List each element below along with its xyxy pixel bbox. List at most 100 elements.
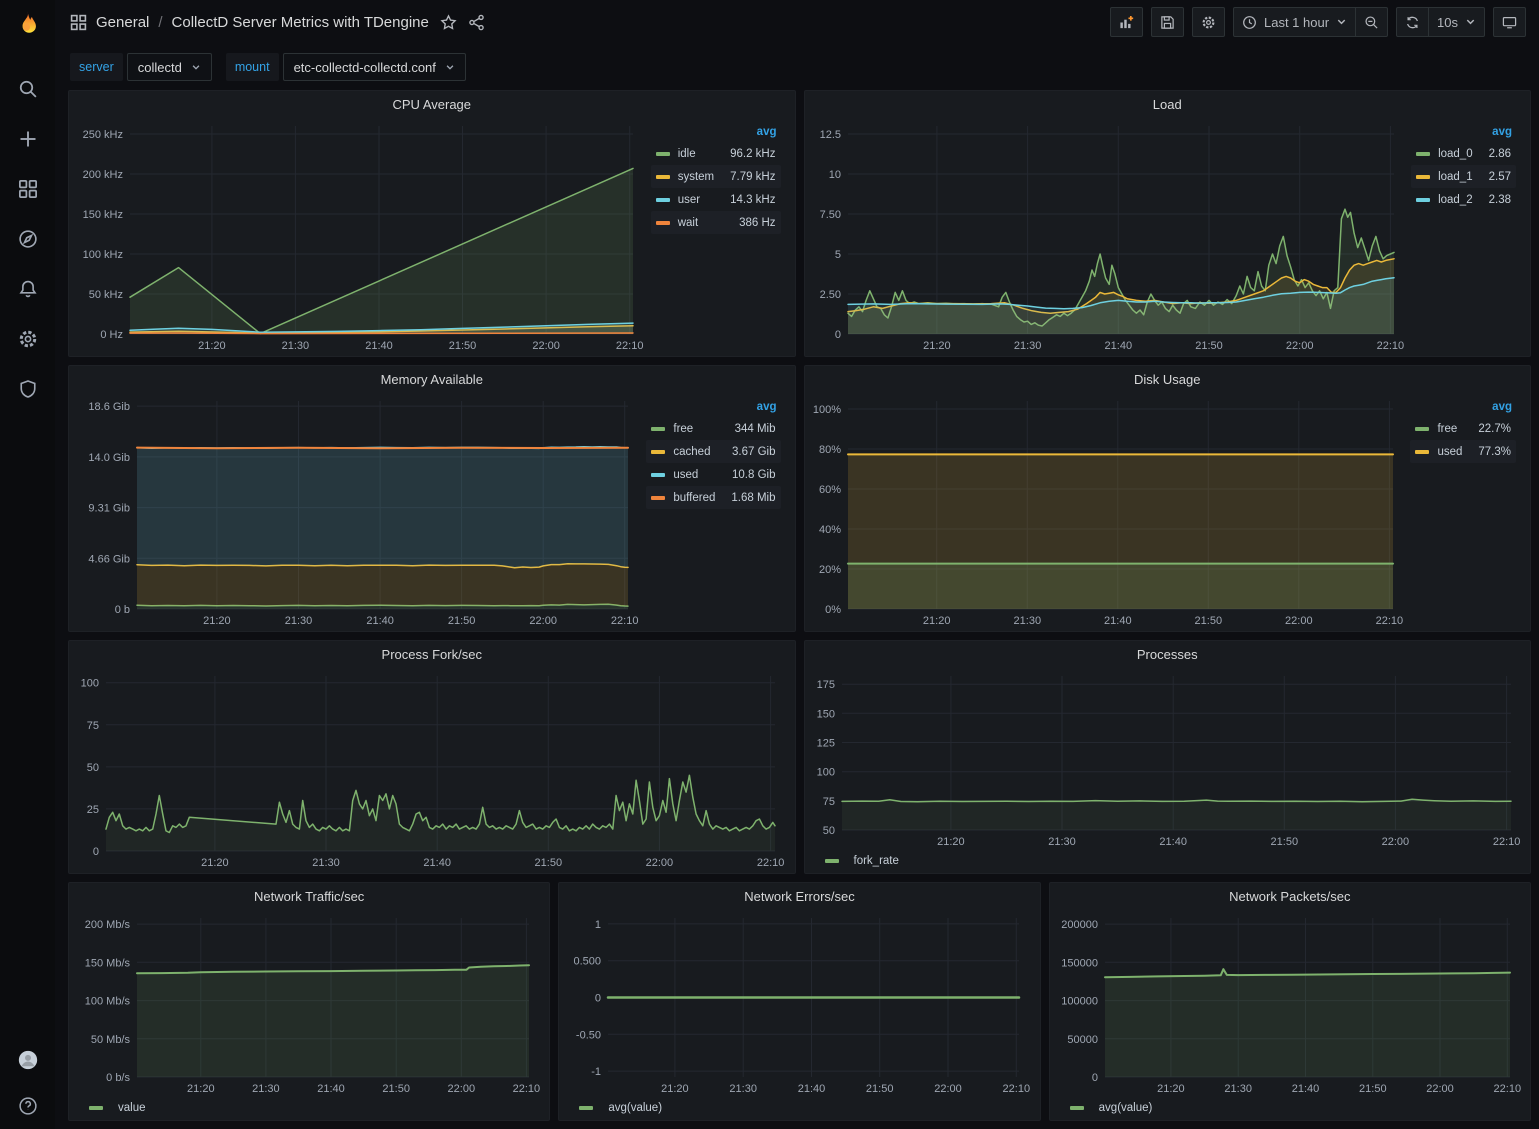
save-dashboard-button[interactable] (1151, 7, 1184, 37)
panel-title[interactable]: CPU Average (69, 91, 795, 118)
panel-network-packets: Network Packets/sec 05000010000015000020… (1049, 882, 1531, 1121)
legend-item[interactable]: fork_rate (825, 855, 899, 867)
grafana-logo-icon[interactable] (12, 9, 43, 40)
legend-series-color (651, 473, 665, 477)
svg-text:22:00: 22:00 (1426, 1083, 1454, 1095)
svg-text:21:30: 21:30 (285, 615, 313, 627)
legend-series-value: 3.67 Gib (732, 446, 775, 458)
svg-text:-0.50: -0.50 (576, 1029, 601, 1041)
legend-item[interactable]: system7.79 kHz (651, 165, 781, 188)
load-chart[interactable]: 02.5057.501012.521:2021:3021:4021:5022:0… (809, 118, 1408, 354)
legend-series-color (1070, 1106, 1084, 1110)
svg-text:22:00: 22:00 (532, 340, 560, 352)
create-plus-icon[interactable] (17, 128, 39, 150)
legend-item[interactable]: free22.7% (1410, 417, 1516, 440)
cpu-average-chart[interactable]: 0 Hz50 kHz100 kHz150 kHz200 kHz250 kHz21… (73, 118, 647, 354)
svg-text:22:00: 22:00 (1285, 615, 1313, 627)
panel-title[interactable]: Load (805, 91, 1531, 118)
svg-text:22:10: 22:10 (1493, 1083, 1521, 1095)
variable-mount-picker[interactable]: etc-collectd-collectd.conf (283, 53, 466, 81)
panel-title[interactable]: Memory Available (69, 366, 795, 393)
panel-network-errors: Network Errors/sec -1-0.5000.500121:2021… (558, 882, 1040, 1121)
legend-series-color (1415, 427, 1429, 431)
network-errors-legend: avg(value) (563, 1097, 1033, 1118)
dashboards-icon[interactable] (17, 178, 39, 200)
network-traffic-chart[interactable]: 0 b/s50 Mb/s100 Mb/s150 Mb/s200 Mb/s21:2… (73, 910, 543, 1097)
legend-series-color (651, 496, 665, 500)
svg-text:22:10: 22:10 (513, 1083, 541, 1095)
dashboard-title[interactable]: CollectD Server Metrics with TDengine (172, 14, 429, 31)
legend-item[interactable]: user14.3 kHz (651, 188, 781, 211)
panel-title[interactable]: Process Fork/sec (69, 641, 795, 668)
refresh-interval-picker[interactable]: 10s (1428, 7, 1485, 37)
configuration-gear-icon[interactable] (17, 328, 39, 350)
legend-item[interactable]: cached3.67 Gib (646, 440, 780, 463)
user-avatar[interactable] (17, 1049, 39, 1071)
legend-item[interactable]: load_22.38 (1411, 188, 1516, 211)
legend-item[interactable]: idle96.2 kHz (651, 142, 781, 165)
panel-title[interactable]: Disk Usage (805, 366, 1531, 393)
legend-item[interactable]: load_12.57 (1411, 165, 1516, 188)
legend-item[interactable]: avg(value) (579, 1102, 662, 1114)
svg-text:22:10: 22:10 (1003, 1083, 1031, 1095)
network-packets-chart[interactable]: 05000010000015000020000021:2021:3021:402… (1054, 910, 1524, 1097)
legend-item[interactable]: buffered1.68 Mib (646, 486, 780, 509)
legend-avg-header[interactable]: avg (1411, 122, 1516, 142)
legend-item[interactable]: value (89, 1102, 146, 1114)
help-icon[interactable] (17, 1095, 39, 1117)
processes-chart[interactable]: 507510012515017521:2021:3021:4021:5022:0… (809, 668, 1525, 850)
variable-server-picker[interactable]: collectd (127, 53, 212, 81)
legend-series-label: avg(value) (1099, 1102, 1153, 1114)
svg-text:100 kHz: 100 kHz (83, 249, 123, 261)
add-panel-button[interactable] (1110, 7, 1143, 37)
legend-item[interactable]: used77.3% (1410, 440, 1516, 463)
svg-text:75: 75 (87, 720, 99, 732)
panel-process-fork: Process Fork/sec 025507510021:2021:3021:… (68, 640, 796, 874)
svg-text:22:10: 22:10 (611, 615, 639, 627)
explore-compass-icon[interactable] (17, 228, 39, 250)
refresh-button[interactable] (1396, 7, 1429, 37)
panel-title[interactable]: Processes (805, 641, 1531, 668)
legend-item[interactable]: avg(value) (1070, 1102, 1153, 1114)
svg-text:0 Hz: 0 Hz (100, 329, 123, 341)
server-admin-shield-icon[interactable] (17, 378, 39, 400)
search-icon[interactable] (17, 78, 39, 100)
legend-item[interactable]: used10.8 Gib (646, 463, 780, 486)
svg-text:21:30: 21:30 (1013, 340, 1041, 352)
panel-disk-usage: Disk Usage 0%20%40%60%80%100%21:2021:302… (804, 365, 1532, 632)
legend-avg-header[interactable]: avg (1410, 397, 1516, 417)
variable-server-value: collectd (138, 60, 182, 75)
process-fork-chart[interactable]: 025507510021:2021:3021:4021:5022:0022:10 (73, 668, 789, 871)
legend-series-label: user (678, 194, 700, 206)
svg-text:22:10: 22:10 (1375, 615, 1403, 627)
svg-text:50000: 50000 (1067, 1034, 1098, 1046)
chevron-down-icon (191, 62, 201, 72)
svg-text:21:50: 21:50 (449, 340, 477, 352)
panel-title[interactable]: Network Packets/sec (1050, 883, 1530, 910)
network-packets-legend: avg(value) (1054, 1097, 1524, 1118)
alerting-bell-icon[interactable] (17, 278, 39, 300)
panel-title[interactable]: Network Traffic/sec (69, 883, 549, 910)
legend-avg-header[interactable]: avg (646, 397, 780, 417)
time-range-picker[interactable]: Last 1 hour (1233, 7, 1356, 37)
memory-available-chart[interactable]: 0 b4.66 Gib9.31 Gib14.0 Gib18.6 Gib21:20… (73, 393, 642, 629)
svg-text:7.50: 7.50 (819, 209, 840, 221)
network-errors-chart[interactable]: -1-0.5000.500121:2021:3021:4021:5022:002… (563, 910, 1033, 1097)
panel-title[interactable]: Network Errors/sec (559, 883, 1039, 910)
legend-item[interactable]: wait386 Hz (651, 211, 781, 234)
breadcrumb-folder[interactable]: General (96, 14, 149, 31)
cycle-view-mode-button[interactable] (1493, 7, 1526, 37)
svg-text:125: 125 (816, 738, 834, 750)
svg-text:100: 100 (816, 767, 834, 779)
dashboard-settings-button[interactable] (1192, 7, 1225, 37)
share-icon[interactable] (468, 14, 485, 31)
processes-legend: fork_rate (809, 850, 1525, 871)
svg-text:21:40: 21:40 (317, 1083, 345, 1095)
legend-avg-header[interactable]: avg (651, 122, 781, 142)
legend-item[interactable]: load_02.86 (1411, 142, 1516, 165)
svg-text:250 kHz: 250 kHz (83, 129, 123, 141)
disk-usage-chart[interactable]: 0%20%40%60%80%100%21:2021:3021:4021:5022… (809, 393, 1407, 629)
star-icon[interactable] (440, 14, 457, 31)
legend-item[interactable]: free344 Mib (646, 417, 780, 440)
zoom-out-button[interactable] (1355, 7, 1388, 37)
